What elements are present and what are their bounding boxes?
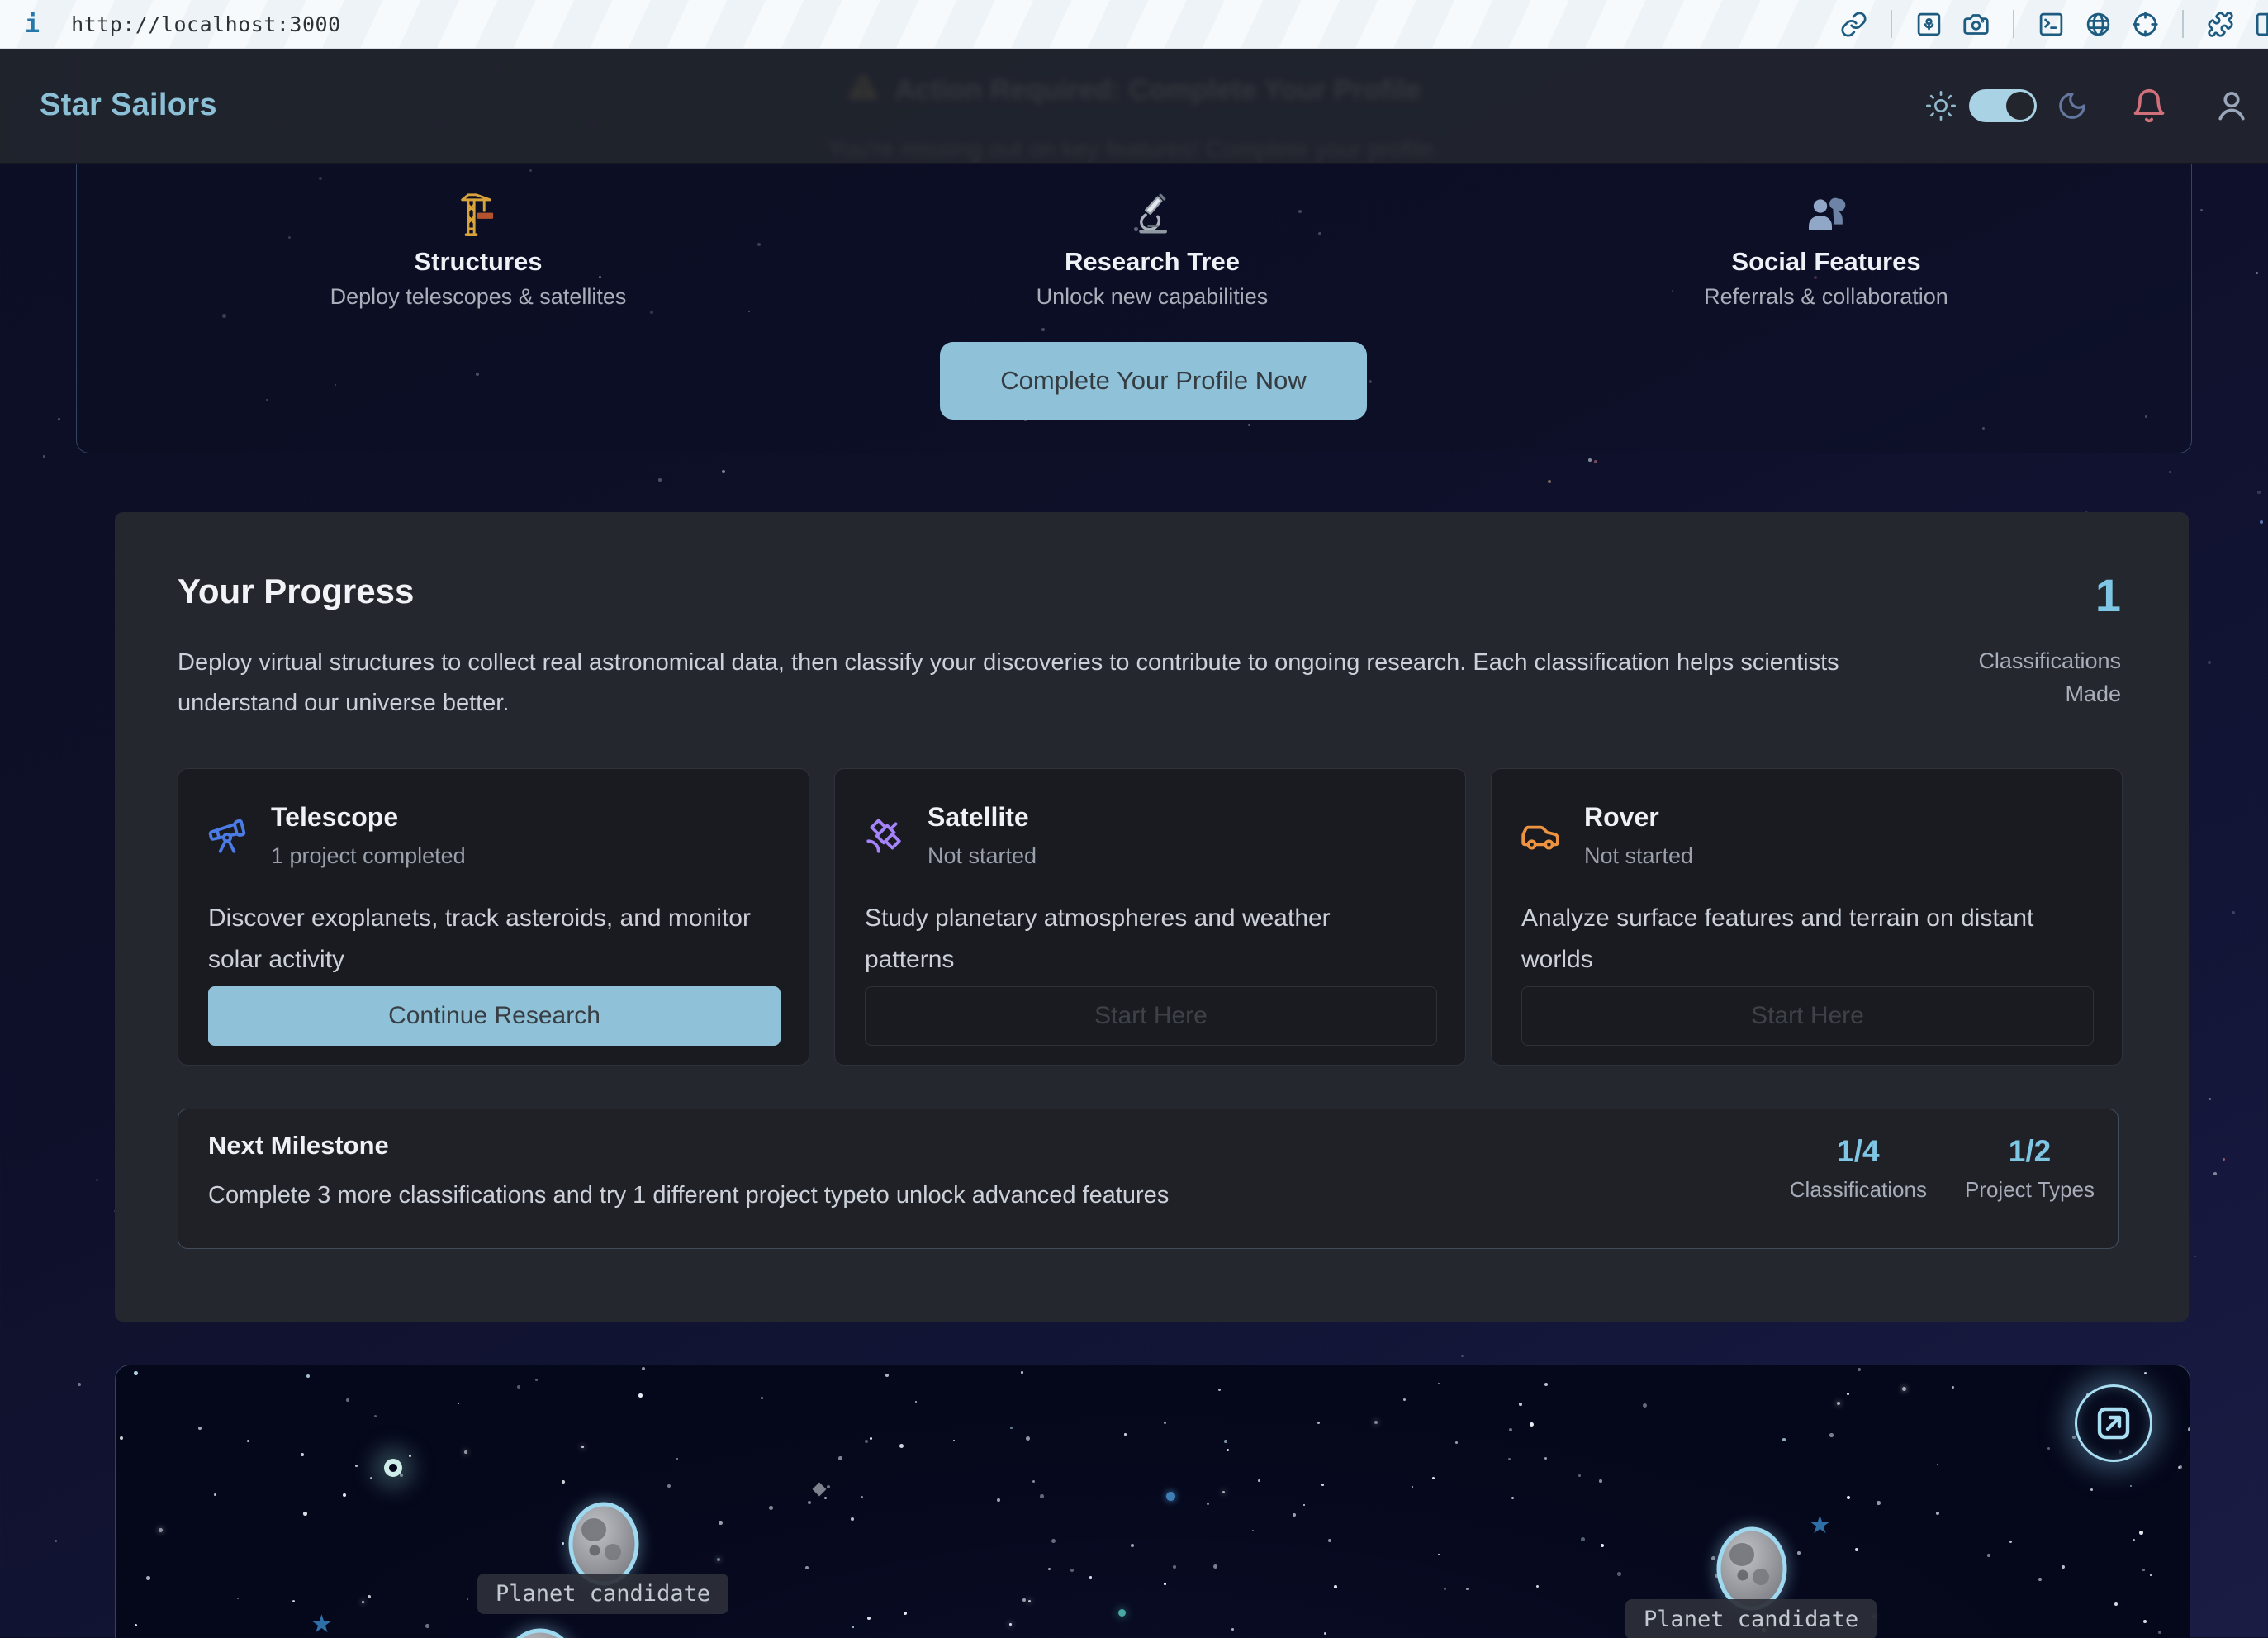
progress-description: Deploy virtual structures to collect rea… — [178, 643, 1846, 724]
satellite-icon — [863, 815, 904, 857]
milestone-stat-classifications: 1/4 Classifications — [1790, 1134, 1927, 1203]
project-description: Analyze surface features and terrain on … — [1521, 898, 2091, 980]
feature-subtitle: Referrals & collaboration — [1704, 284, 1948, 310]
milestone-stats: 1/4 Classifications 1/2 Project Types — [1790, 1134, 2095, 1203]
sky-starfield — [116, 1365, 2190, 1638]
milestone-stat-project-types: 1/2 Project Types — [1965, 1134, 2095, 1203]
external-link-icon[interactable] — [2075, 1384, 2152, 1462]
milestone-stat-value: 1/2 — [1965, 1134, 2095, 1169]
project-status: Not started — [1584, 843, 1693, 869]
teal-star-dot — [1118, 1609, 1126, 1617]
feature-title: Structures — [414, 247, 542, 277]
app-title[interactable]: Star Sailors — [40, 88, 217, 123]
project-card-satellite: Satellite Not started Study planetary at… — [834, 768, 1466, 1066]
toolbar-separator — [2182, 10, 2184, 38]
project-title: Telescope — [271, 802, 398, 833]
project-card-telescope: Telescope 1 project completed Discover e… — [178, 768, 809, 1066]
feature-subtitle: Unlock new capabilities — [1037, 284, 1269, 310]
feature-row: Structures Deploy telescopes & satellite… — [141, 189, 2163, 310]
project-card-rover: Rover Not started Analyze surface featur… — [1491, 768, 2123, 1066]
progress-card: Your Progress Deploy virtual structures … — [115, 512, 2189, 1322]
project-status: 1 project completed — [271, 843, 466, 869]
project-description: Discover exoplanets, track asteroids, an… — [208, 898, 799, 980]
feature-research-tree: Research Tree Unlock new capabilities — [815, 189, 1489, 310]
microscope-icon — [1130, 189, 1174, 240]
toolbar-separator — [1891, 10, 1892, 38]
stat-label-line2: Made — [1978, 677, 2121, 710]
sun-icon — [1924, 89, 1957, 122]
classifications-count-label: Classifications Made — [1978, 644, 2121, 710]
crane-icon — [454, 189, 502, 240]
browser-toolbar-icons — [1840, 0, 2268, 48]
milestone-stat-value: 1/4 — [1790, 1134, 1927, 1169]
project-status: Not started — [928, 843, 1037, 869]
app-header: Star Sailors — [0, 48, 2268, 164]
milestone-card: Next Milestone Complete 3 more classific… — [178, 1109, 2119, 1249]
milestone-stat-label: Classifications — [1790, 1177, 1927, 1203]
feature-subtitle: Deploy telescopes & satellites — [330, 284, 627, 310]
moon-icon — [2057, 90, 2088, 121]
project-title: Rover — [1584, 802, 1659, 833]
camera-icon[interactable] — [1962, 11, 1990, 38]
start-here-button[interactable]: Start Here — [865, 986, 1437, 1046]
blue-star-dot[interactable] — [1166, 1492, 1175, 1501]
info-icon[interactable]: i — [25, 10, 40, 39]
star-outline-icon: ★ — [311, 1610, 333, 1638]
user-icon[interactable] — [2213, 88, 2250, 124]
project-title: Satellite — [928, 802, 1029, 833]
planet-candidate[interactable] — [501, 1626, 580, 1638]
planet-candidate-label: Planet candidate — [477, 1574, 728, 1614]
rover-icon — [1520, 815, 1561, 857]
browser-toolbar: i http://localhost:3000 — [0, 0, 2268, 49]
start-here-button[interactable]: Start Here — [1521, 986, 2094, 1046]
stat-label-line1: Classifications — [1978, 644, 2121, 677]
planet-candidate-label: Planet candidate — [1625, 1599, 1877, 1638]
link-icon[interactable] — [1840, 11, 1867, 38]
progress-title: Your Progress — [178, 572, 414, 611]
crosshair-icon[interactable] — [2132, 11, 2159, 38]
star-outline-icon: ★ — [1809, 1511, 1831, 1540]
toolbar-separator — [2013, 10, 2014, 38]
project-description: Study planetary atmospheres and weather … — [865, 898, 1402, 980]
feature-title: Research Tree — [1065, 247, 1240, 277]
feature-structures: Structures Deploy telescopes & satellite… — [141, 189, 815, 310]
continue-research-button[interactable]: Continue Research — [208, 986, 781, 1046]
milestone-stat-label: Project Types — [1965, 1177, 2095, 1203]
complete-profile-button[interactable]: Complete Your Profile Now — [940, 342, 1367, 420]
ringed-star-icon[interactable] — [384, 1459, 402, 1477]
image-icon[interactable] — [1915, 11, 1943, 38]
feature-title: Social Features — [1731, 247, 1920, 277]
theme-toggle-knob[interactable] — [2006, 92, 2034, 120]
sky-map-card[interactable]: ★ ★ Planet candidate Planet candidate — [115, 1365, 2190, 1638]
globe-icon[interactable] — [2085, 11, 2112, 38]
people-icon — [1803, 189, 1849, 240]
header-controls — [1924, 88, 2253, 124]
bell-icon[interactable] — [2131, 88, 2167, 124]
columns-icon[interactable] — [2254, 11, 2268, 38]
puzzle-icon[interactable] — [2207, 11, 2234, 38]
url-text[interactable]: http://localhost:3000 — [71, 12, 341, 36]
milestone-title: Next Milestone — [208, 1131, 389, 1161]
terminal-icon[interactable] — [2038, 11, 2065, 38]
theme-toggle[interactable] — [1969, 89, 2037, 122]
telescope-icon — [206, 815, 248, 857]
feature-social: Social Features Referrals & collaboratio… — [1489, 189, 2163, 310]
milestone-description: Complete 3 more classifications and try … — [208, 1182, 1169, 1209]
classifications-count: 1 — [2095, 568, 2121, 622]
